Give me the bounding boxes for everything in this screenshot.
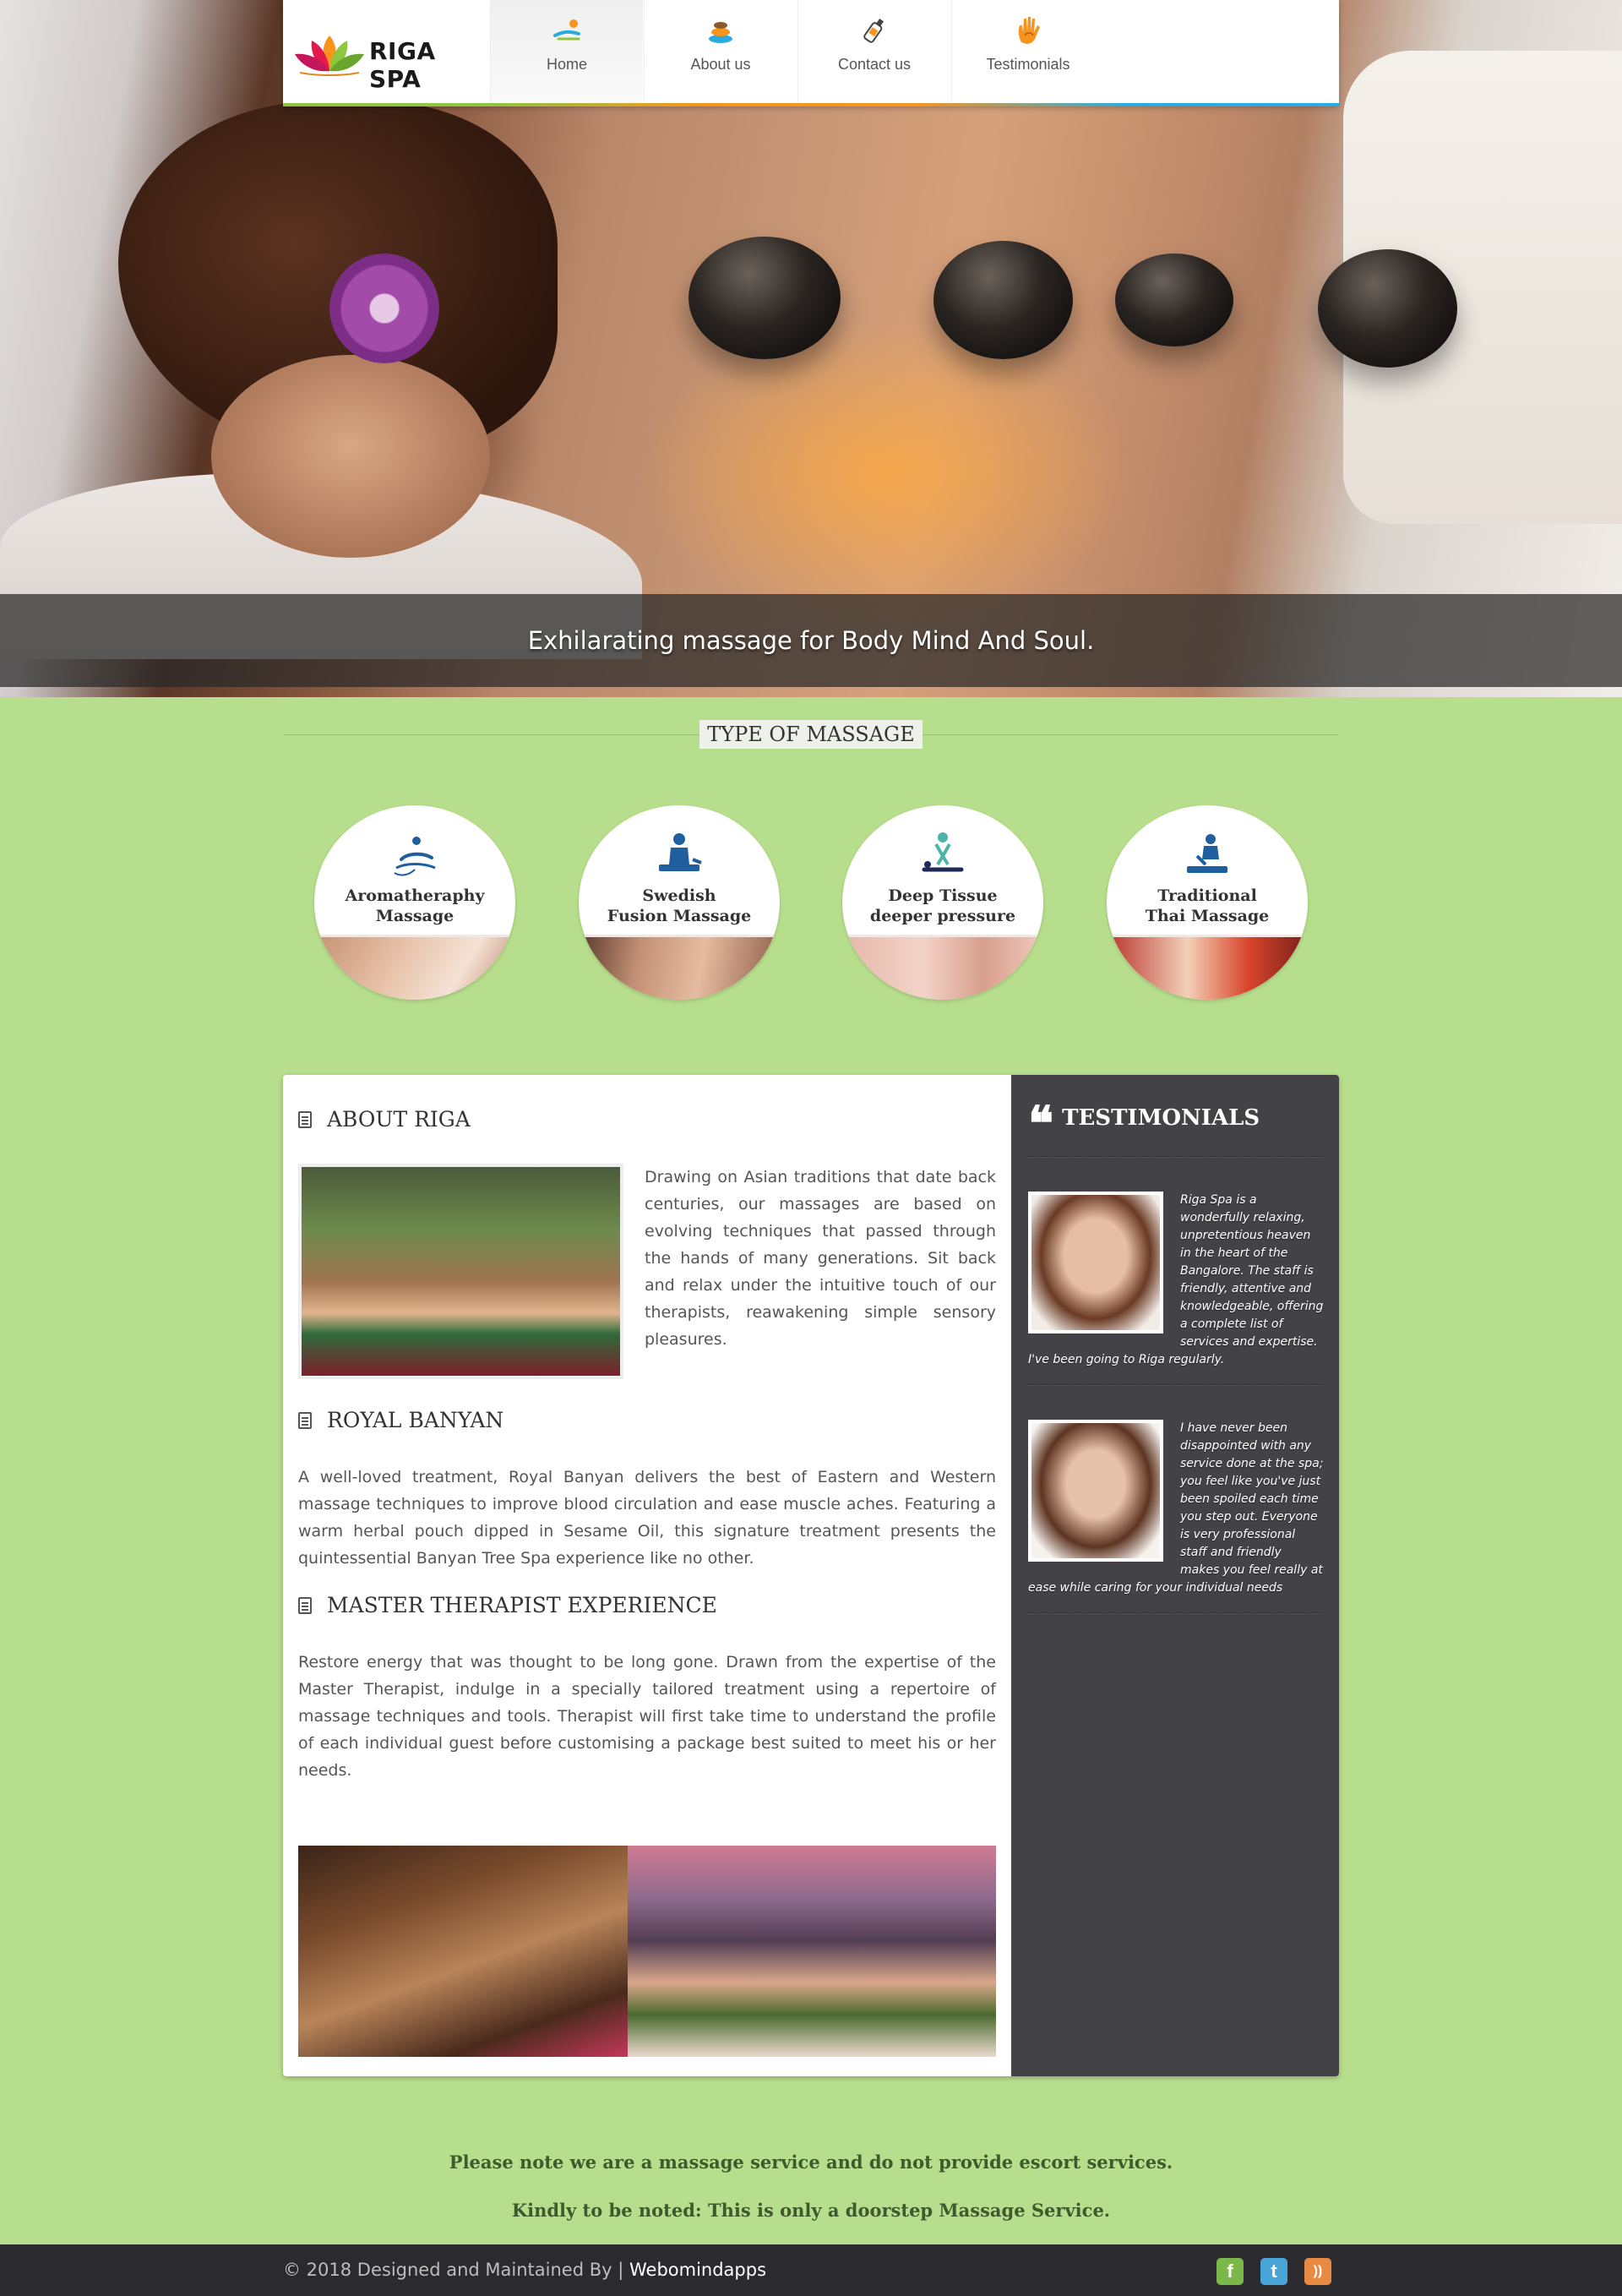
designer-link[interactable]: Webomindapps	[629, 2260, 766, 2280]
testimonial-separator	[1028, 1384, 1322, 1386]
nav-home-label: Home	[546, 56, 587, 73]
nav-testimonials[interactable]: Testimonials	[951, 0, 1104, 103]
escort-disclaimer: Please note we are a massage service and…	[449, 2151, 1173, 2173]
document-icon	[298, 1412, 312, 1429]
nav-color-stripe	[283, 103, 1339, 106]
twitter-icon[interactable]: t	[1260, 2258, 1287, 2285]
facebook-icon[interactable]: f	[1216, 2258, 1244, 2285]
massage-icon	[553, 19, 580, 41]
nav-about-us[interactable]: About us	[644, 0, 797, 103]
massage-card-line1: Traditional	[1157, 886, 1257, 905]
doorstep-notice: Kindly to be noted: This is only a doors…	[511, 2200, 1111, 2221]
massage-card-deep-tissue[interactable]: Deep Tissue deeper pressure	[842, 805, 1043, 1000]
massage-card-photo	[314, 935, 515, 1000]
swedish-massage-icon	[659, 833, 702, 871]
hot-stone	[933, 241, 1073, 359]
site-logo[interactable]: RIGA SPA	[283, 0, 490, 103]
testimonials-heading-text: TESTIMONIALS	[1062, 1105, 1260, 1131]
nav-testimonials-label: Testimonials	[986, 56, 1070, 73]
testimonials-sidebar: ❝ TESTIMONIALS Riga Spa is a wonderfully …	[1011, 1075, 1339, 2076]
document-icon	[298, 1597, 312, 1614]
hot-stone	[1318, 249, 1457, 368]
nav-contact-us[interactable]: Contact us	[797, 0, 950, 103]
massage-card-line2: deeper pressure	[869, 907, 1016, 925]
master-therapist-heading: MASTER THERAPIST EXPERIENCE	[298, 1593, 717, 1617]
hot-stone	[689, 237, 841, 359]
royal-banyan-text: A well-loved treatment, Royal Banyan del…	[298, 1468, 996, 1568]
footer: © 2018 Designed and Maintained By | Webo…	[0, 2244, 1622, 2296]
content-panel: ABOUT RIGA Drawing on Asian traditions t…	[283, 1075, 1339, 2076]
logo-text: RIGA SPA	[369, 37, 436, 93]
gallery-photo-city-spa	[628, 1846, 996, 2057]
massage-card-line1: Swedish	[642, 886, 716, 905]
thai-massage-icon	[1187, 834, 1227, 873]
testimonial-separator	[1028, 1156, 1322, 1158]
massage-card-line2: Thai Massage	[1145, 907, 1270, 925]
about-text: Drawing on Asian traditions that date ba…	[645, 1168, 996, 1349]
lotus-logo-icon	[295, 35, 364, 76]
about-heading-text: ABOUT RIGA	[327, 1107, 471, 1132]
spa-stones-icon	[709, 22, 732, 43]
orchid-flower	[329, 254, 439, 363]
massage-card-line2: Massage	[375, 907, 454, 925]
quote-icon: ❝	[1028, 1096, 1054, 1152]
massage-card-aromatherapy[interactable]: Aromatheraphy Massage	[314, 805, 515, 1000]
master-heading-text: MASTER THERAPIST EXPERIENCE	[327, 1593, 717, 1617]
testimonial-item: I have never been disappointed with any …	[1028, 1420, 1324, 1597]
nav-contact-label: Contact us	[837, 56, 912, 73]
nav-about-label: About us	[690, 56, 751, 73]
massage-card-swedish[interactable]: Swedish Fusion Massage	[579, 805, 780, 1000]
massage-card-line1: Deep Tissue	[888, 886, 998, 905]
massage-card-photo	[842, 935, 1043, 1000]
royal-heading-text: ROYAL BANYAN	[327, 1408, 504, 1432]
massage-card-line1: Aromatheraphy	[345, 886, 485, 905]
deep-tissue-icon	[922, 832, 964, 872]
massage-types-title: TYPE OF MASSAGE	[699, 720, 923, 749]
hero-caption: Exhilarating massage for Body Mind And S…	[527, 626, 1095, 655]
master-therapist-text: Restore energy that was thought to be lo…	[298, 1653, 996, 1780]
testimonial-item: Riga Spa is a wonderfully relaxing, unpr…	[1028, 1192, 1324, 1369]
rss-icon[interactable]: ))	[1304, 2258, 1331, 2285]
massage-card-photo	[1107, 935, 1308, 1000]
hand-icon	[1018, 17, 1040, 44]
nav-home[interactable]: Home	[490, 0, 643, 103]
document-icon	[298, 1111, 312, 1128]
testimonial-separator	[1028, 1612, 1322, 1614]
hot-stone	[1115, 254, 1233, 346]
royal-banyan-heading: ROYAL BANYAN	[298, 1408, 503, 1432]
about-heading: ABOUT RIGA	[298, 1107, 471, 1132]
hero-caption-bar: Exhilarating massage for Body Mind And S…	[0, 594, 1622, 687]
copyright: © 2018 Designed and Maintained By | Webo…	[283, 2244, 766, 2296]
massage-card-thai[interactable]: Traditional Thai Massage	[1107, 805, 1308, 1000]
massage-card-line2: Fusion Massage	[607, 907, 752, 925]
hero-face	[211, 355, 490, 558]
main-column: ABOUT RIGA Drawing on Asian traditions t…	[283, 1075, 1011, 2076]
gallery-photo-foot-massage	[298, 1846, 628, 2057]
aromatherapy-icon	[394, 837, 436, 876]
top-navigation: RIGA SPA Home About us Contact us Testim…	[283, 0, 1339, 106]
massage-card-photo	[579, 935, 780, 1000]
about-photo	[298, 1164, 623, 1379]
copyright-text: © 2018 Designed and Maintained By |	[283, 2260, 629, 2280]
oil-bottle-icon	[863, 18, 884, 43]
testimonials-heading: ❝ TESTIMONIALS	[1028, 1096, 1260, 1152]
